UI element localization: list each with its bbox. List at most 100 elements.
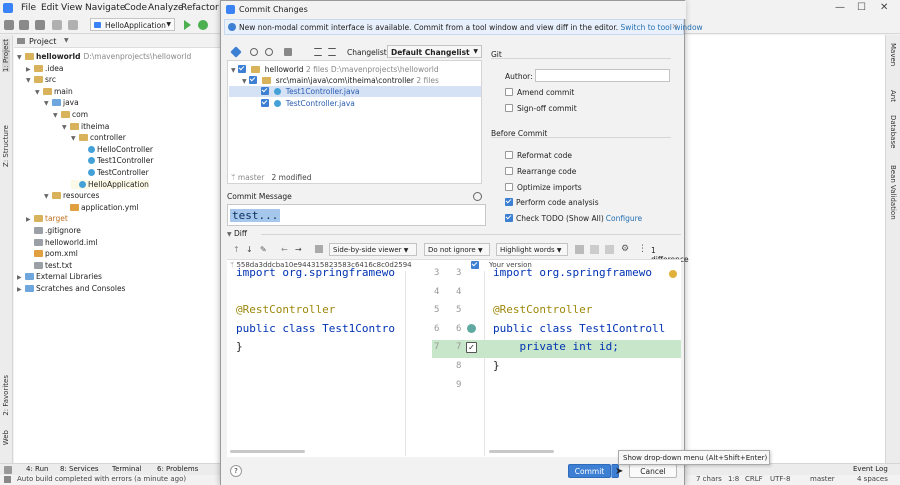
menu-analyze[interactable]: Analyze [148, 3, 183, 13]
tool-favorites[interactable]: 2: Favorites [2, 375, 10, 416]
tool-project[interactable]: 1: Project [2, 39, 10, 72]
amend-checkbox[interactable] [505, 88, 513, 96]
chevron-right-icon[interactable]: ▶ [26, 66, 34, 73]
author-input[interactable] [535, 69, 670, 82]
compare-icon[interactable] [315, 245, 323, 253]
chevron-down-icon[interactable]: ▼ [64, 37, 69, 44]
signoff-checkbox[interactable] [505, 104, 513, 112]
changes-root-row[interactable]: ▼ helloworld 2 files D:\mavenprojects\he… [231, 65, 439, 74]
commit-message-input[interactable]: test... [227, 204, 486, 226]
project-tree-item[interactable]: ▶ target [26, 214, 68, 223]
chevron-right-icon[interactable]: ▶ [26, 216, 34, 223]
run-config-select[interactable]: HelloApplication ▼ [90, 18, 175, 31]
include-checkbox[interactable] [471, 261, 479, 269]
dir-checkbox[interactable] [249, 76, 258, 84]
pin-icon[interactable] [230, 46, 242, 58]
status-position[interactable]: 1:8 [728, 475, 739, 483]
project-tree-item[interactable]: ▼ itheima [62, 122, 109, 131]
help-icon[interactable]: ⋮ [638, 244, 647, 254]
project-tree-item[interactable]: ▶ External Libraries [17, 272, 102, 281]
menu-edit[interactable]: Edit [41, 3, 58, 13]
next-file-icon[interactable]: → [295, 245, 302, 254]
event-log-tab[interactable]: Event Log [853, 465, 888, 473]
project-tree-item[interactable]: ▼ com [53, 110, 88, 119]
group-by-icon[interactable] [284, 48, 292, 56]
project-tree-item[interactable]: helloworld.iml [26, 238, 98, 247]
project-tree-item[interactable]: ▶ Scratches and Consoles [17, 284, 125, 293]
commit-button[interactable]: Commit [568, 464, 611, 478]
tool-database[interactable]: Database [889, 115, 897, 148]
window-close-icon[interactable]: ✕ [880, 2, 888, 13]
horizontal-scrollbar[interactable] [489, 450, 554, 453]
help-button[interactable]: ? [230, 465, 242, 477]
highlight-select[interactable]: Highlight words ▼ [496, 243, 568, 256]
project-tree-item[interactable]: Test1Controller [80, 156, 153, 165]
chevron-down-icon[interactable]: ▼ [17, 54, 25, 61]
dialog-titlebar[interactable]: Commit Changes [221, 1, 686, 19]
project-tree-item[interactable]: ▼ main [35, 87, 73, 96]
project-tree-item[interactable]: .gitignore [26, 226, 81, 235]
chevron-down-icon[interactable]: ▼ [53, 112, 61, 119]
chevron-down-icon[interactable]: ▼ [44, 193, 52, 200]
status-branch[interactable]: master [810, 475, 835, 483]
file-checkbox[interactable] [261, 99, 269, 107]
tool-ant[interactable]: Ant [889, 90, 897, 102]
refresh-icon[interactable] [265, 48, 273, 56]
tool-maven[interactable]: Maven [889, 43, 897, 66]
next-difference-icon[interactable]: ↓ [246, 245, 253, 254]
project-panel-title[interactable]: Project [29, 37, 56, 46]
bottom-tab-problems[interactable]: 6: Problems [157, 465, 198, 473]
project-tree-item[interactable]: application.yml [62, 203, 139, 212]
project-tree-item[interactable]: HelloApplication [71, 179, 149, 189]
menu-file[interactable]: File [21, 3, 36, 13]
run-icon[interactable] [184, 20, 191, 30]
configure-link[interactable]: Configure [606, 214, 642, 223]
edit-source-icon[interactable]: ✎ [260, 245, 267, 254]
before-commit-option[interactable]: Rearrange code [505, 166, 576, 176]
option-checkbox[interactable] [505, 182, 513, 191]
chevron-right-icon[interactable]: ▶ [17, 286, 25, 293]
sync-icon[interactable] [35, 20, 45, 30]
project-tree-item[interactable]: ▼ resources [44, 191, 99, 200]
option-checkbox[interactable] [505, 198, 513, 207]
menu-code[interactable]: Code [124, 3, 147, 13]
project-tree-item[interactable]: pom.xml [26, 249, 78, 258]
minimize-icon[interactable]: — [835, 2, 845, 13]
close-banner-icon[interactable]: ✕ [672, 22, 678, 31]
branch-name[interactable]: master [238, 173, 264, 182]
changelist-select[interactable]: Default Changelist ▼ [387, 45, 482, 58]
switch-to-tool-window-link[interactable]: Switch to tool window [621, 23, 703, 32]
changed-file-row[interactable]: TestController.java [261, 99, 355, 108]
file-checkbox[interactable] [261, 87, 269, 95]
maximize-icon[interactable]: ☐ [857, 2, 866, 13]
bottom-tab-terminal[interactable]: Terminal [112, 465, 142, 473]
bottom-tab-services[interactable]: 8: Services [60, 465, 99, 473]
ignore-select[interactable]: Do not ignore ▼ [424, 243, 490, 256]
menu-navigate[interactable]: Navigate [85, 3, 125, 13]
save-all-icon[interactable] [19, 20, 29, 30]
amend-commit-option[interactable]: Amend commit [505, 88, 574, 97]
project-tree-item[interactable]: ▼ src [26, 75, 56, 84]
before-commit-option[interactable]: Perform code analysis [505, 198, 599, 207]
collapse-all-icon[interactable] [328, 48, 336, 56]
project-tree-item[interactable]: ▼ controller [71, 133, 126, 142]
tool-windows-icon[interactable] [4, 466, 12, 474]
rollback-icon[interactable] [250, 48, 258, 56]
project-tree-item[interactable]: HelloController [80, 145, 153, 154]
history-icon[interactable] [473, 192, 482, 201]
chevron-down-icon[interactable]: ▼ [26, 77, 34, 84]
changed-file-row[interactable]: Test1Controller.java [261, 87, 360, 96]
project-tree-item[interactable]: ▶ .idea [26, 64, 63, 73]
status-message[interactable]: Auto build completed with errors (a minu… [17, 475, 186, 483]
diff-section-header[interactable]: ▼ Diff [227, 229, 247, 238]
right-pane[interactable] [485, 271, 681, 456]
tool-web[interactable]: Web [2, 430, 10, 445]
bottom-tab-run[interactable]: 4: Run [26, 465, 48, 473]
debug-icon[interactable] [198, 20, 208, 30]
previous-difference-icon[interactable]: ↑ [233, 245, 240, 254]
root-checkbox[interactable] [238, 65, 247, 73]
menu-refactor[interactable]: Refactor [181, 3, 219, 13]
chevron-down-icon[interactable]: ▼ [62, 124, 70, 131]
previous-file-icon[interactable]: ← [281, 245, 288, 254]
status-encoding[interactable]: UTF-8 [770, 475, 790, 483]
